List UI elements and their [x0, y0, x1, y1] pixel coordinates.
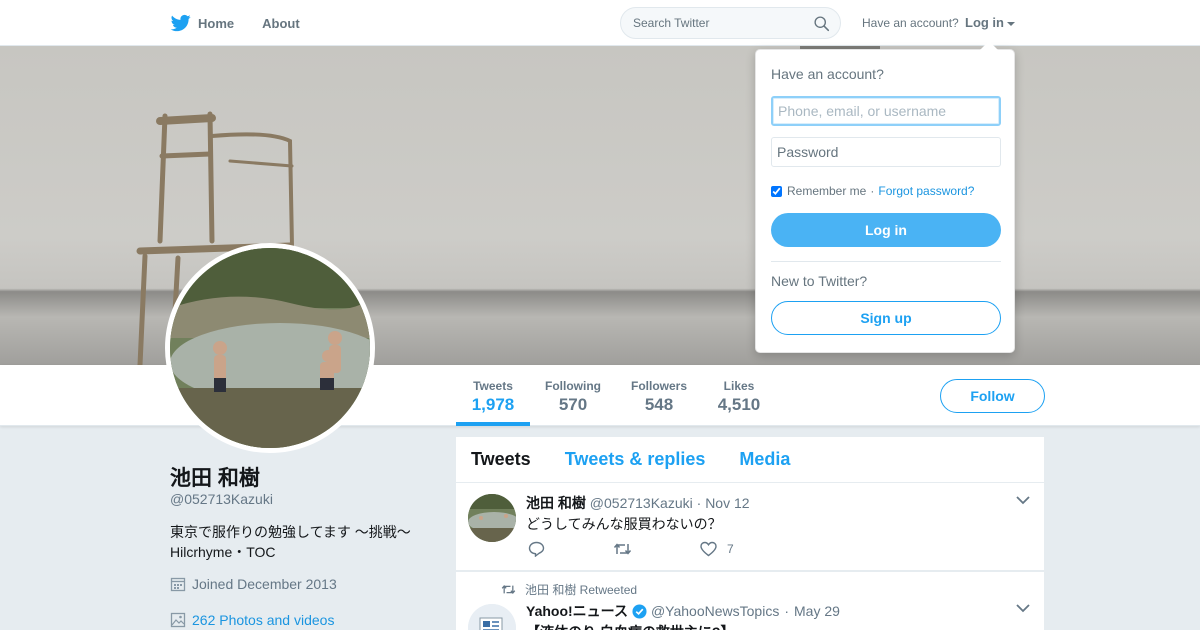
home-label: Home	[198, 15, 235, 31]
profile-bio-line-1: 東京で服作りの勉強してます ～挑戦～	[170, 524, 411, 540]
tweet[interactable]: 池田 和樹 @052713Kazuki · Nov 12 どうしてみんな服買わな…	[456, 483, 1044, 571]
search-icon[interactable]	[813, 15, 830, 32]
caret-down-icon	[1007, 21, 1015, 26]
profile-bio-line-2: Hilcrhyme・TOC	[170, 544, 276, 560]
signup-button[interactable]: Sign up	[771, 301, 1001, 335]
username-input[interactable]	[771, 96, 1001, 126]
heart-icon	[700, 541, 717, 557]
stat-likes-value: 4,510	[717, 395, 761, 414]
tweet[interactable]: 池田 和樹 Retweeted Yahoo!ニュース @YahooNewsTop…	[456, 571, 1044, 630]
dropdown-divider	[771, 261, 1001, 262]
profile-handle[interactable]: @052713Kazuki	[170, 491, 273, 507]
stat-followers[interactable]: Followers 548	[626, 365, 692, 426]
about-link[interactable]: About	[262, 16, 300, 31]
stat-followers-value: 548	[644, 395, 674, 414]
login-link-label: Log in	[965, 15, 1004, 30]
tweet-timeline: Tweets Tweets & replies Media 池田 和樹 @052…	[456, 437, 1044, 630]
nav-left: Home About	[170, 0, 328, 46]
search-box	[620, 7, 841, 39]
photos-and-videos-label: 262 Photos and videos	[192, 612, 335, 628]
stat-tweets[interactable]: Tweets 1,978	[456, 365, 530, 426]
retweet-icon	[613, 543, 632, 555]
tweet-avatar[interactable]	[468, 604, 516, 630]
tweet-author-handle[interactable]: @YahooNewsTopics	[651, 603, 779, 619]
tweet-separator: ·	[784, 603, 789, 619]
tweet-header: 池田 和樹 @052713Kazuki · Nov 12	[526, 493, 750, 513]
login-dropdown-toggle[interactable]: Log in	[965, 15, 1015, 30]
password-input[interactable]	[771, 137, 1001, 167]
remember-separator: ·	[870, 184, 875, 198]
login-button[interactable]: Log in	[771, 213, 1001, 247]
chevron-down-icon[interactable]	[1016, 495, 1030, 505]
stat-following-value: 570	[558, 395, 588, 414]
search-input[interactable]	[621, 8, 801, 38]
retweet-context-text[interactable]: 池田 和樹 Retweeted	[525, 581, 637, 598]
retweet-icon	[501, 584, 516, 595]
tweet-date[interactable]: May 29	[794, 603, 840, 619]
tab-tweets[interactable]: Tweets	[471, 449, 531, 470]
reply-button[interactable]	[528, 541, 555, 557]
like-button[interactable]: 7	[700, 541, 734, 557]
tweet-actions: 7	[528, 541, 792, 557]
verified-badge-icon	[632, 603, 647, 619]
like-count: 7	[727, 542, 734, 556]
tweet-text: 【液体のり 白血病の救世主に?】	[526, 622, 734, 630]
tweet-avatar[interactable]	[468, 494, 516, 542]
follow-button[interactable]: Follow	[940, 379, 1045, 413]
calendar-icon	[170, 577, 186, 592]
reply-icon	[528, 541, 545, 557]
avatar-image	[170, 248, 370, 448]
tweet-author-name[interactable]: 池田 和樹	[526, 495, 586, 511]
remember-me-checkbox[interactable]	[771, 185, 782, 197]
tweet-avatar-image	[468, 494, 516, 542]
forgot-password-link[interactable]: Forgot password?	[878, 184, 974, 198]
profile-avatar[interactable]	[165, 243, 375, 453]
tab-media[interactable]: Media	[739, 449, 790, 470]
new-to-twitter-text: New to Twitter?	[771, 273, 868, 289]
profile-joined: Joined December 2013	[170, 576, 337, 592]
remember-me-label: Remember me	[787, 184, 867, 198]
profile-name[interactable]: 池田 和樹	[170, 462, 260, 492]
login-dropdown-title: Have an account?	[771, 66, 884, 82]
home-link[interactable]: Home	[170, 13, 234, 33]
remember-me: Remember me · Forgot password?	[771, 184, 974, 198]
photos-and-videos-link[interactable]: 262 Photos and videos	[170, 612, 334, 628]
tweet-date[interactable]: Nov 12	[705, 495, 749, 511]
twitter-bird-icon	[170, 14, 191, 32]
stat-tweets-value: 1,978	[471, 395, 515, 414]
tweet-text: どうしてみんな服買わないの？	[526, 516, 722, 532]
tab-tweets-and-replies[interactable]: Tweets & replies	[565, 449, 706, 470]
stat-following[interactable]: Following 570	[540, 365, 606, 426]
have-account-text: Have an account?	[862, 16, 959, 30]
retweet-context: 池田 和樹 Retweeted	[501, 581, 637, 598]
stat-likes-label: Likes	[723, 379, 755, 393]
stat-followers-label: Followers	[630, 379, 687, 393]
chevron-down-icon[interactable]	[1016, 603, 1030, 613]
stat-tweets-label: Tweets	[473, 379, 513, 393]
top-navigation-bar: Home About Have an account? Log in	[0, 0, 1200, 46]
tweet-author-name[interactable]: Yahoo!ニュース	[526, 601, 628, 621]
tweet-author-handle[interactable]: @052713Kazuki	[590, 495, 693, 511]
stat-likes[interactable]: Likes 4,510	[712, 365, 766, 426]
retweet-button[interactable]	[613, 542, 642, 556]
tweet-header: Yahoo!ニュース @YahooNewsTopics · May 29	[526, 601, 840, 621]
stat-following-label: Following	[545, 379, 601, 393]
tweet-separator: ·	[696, 495, 702, 511]
timeline-tabs: Tweets Tweets & replies Media	[456, 437, 1044, 483]
login-dropdown: Have an account? Remember me · Forgot pa…	[755, 41, 1015, 353]
profile-bio: 東京で服作りの勉強してます ～挑戦～ Hilcrhyme・TOC	[170, 522, 440, 562]
profile-joined-text: Joined December 2013	[192, 576, 337, 592]
image-icon	[170, 612, 186, 628]
news-logo-icon	[468, 604, 516, 630]
